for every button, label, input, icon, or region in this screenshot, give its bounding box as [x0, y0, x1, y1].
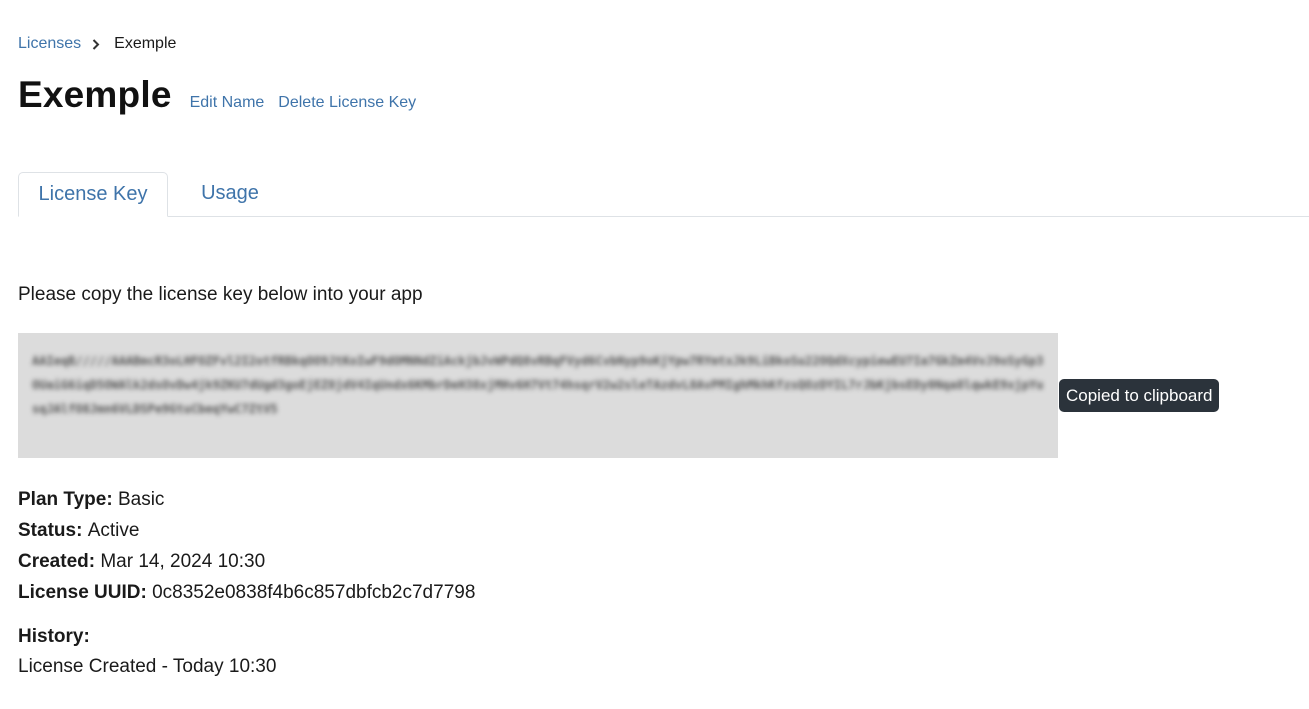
uuid-row: License UUID: 0c8352e0838f4b6c857dbfcb2c…	[18, 580, 475, 611]
edit-name-link[interactable]: Edit Name	[190, 94, 265, 112]
page-title: Exemple	[18, 74, 172, 115]
license-key-box[interactable]: AAIeqB/////AAABmcR3oLHFOZFvl2I2otfRBkqOO…	[18, 333, 1058, 458]
created-value: Mar 14, 2024 10:30	[100, 551, 266, 572]
breadcrumb-current: Exemple	[114, 35, 177, 52]
plan-type-value: Basic	[117, 489, 165, 510]
license-key-text: AAIeqB/////AAABmcR3oLHFOZFvl2I2otfRBkqOO…	[32, 354, 1044, 416]
uuid-value: 0c8352e0838f4b6c857dbfcb2c7d7798	[152, 582, 476, 603]
breadcrumb-licenses-link[interactable]: Licenses	[18, 35, 81, 53]
history-section: History: License Created - Today 10:30	[18, 624, 276, 680]
status-value: Active	[87, 520, 140, 541]
history-entry: License Created - Today 10:30	[18, 656, 277, 677]
license-details: Plan Type: Basic Status: Active Created:…	[18, 487, 475, 611]
history-label: History:	[18, 626, 90, 647]
copy-instruction: Please copy the license key below into y…	[18, 284, 423, 305]
breadcrumb: Licenses Exemple	[18, 33, 176, 55]
chevron-right-icon	[91, 38, 101, 50]
status-row: Status: Active	[18, 518, 475, 549]
created-label: Created:	[18, 551, 101, 572]
plan-type-row: Plan Type: Basic	[18, 487, 475, 518]
tab-bar: License Key Usage	[18, 172, 1309, 217]
plan-type-label: Plan Type:	[18, 489, 118, 510]
created-row: Created: Mar 14, 2024 10:30	[18, 549, 475, 580]
copied-tooltip: Copied to clipboard	[1059, 379, 1220, 412]
tab-usage[interactable]: Usage	[168, 172, 292, 215]
tab-license-key[interactable]: License Key	[18, 172, 168, 217]
uuid-label: License UUID:	[18, 582, 153, 603]
status-label: Status:	[18, 520, 88, 541]
delete-license-key-link[interactable]: Delete License Key	[278, 94, 416, 112]
title-row: Exemple Edit Name Delete License Key	[18, 74, 416, 116]
license-detail-page: Licenses Exemple Exemple Edit Name Delet…	[0, 0, 1309, 709]
